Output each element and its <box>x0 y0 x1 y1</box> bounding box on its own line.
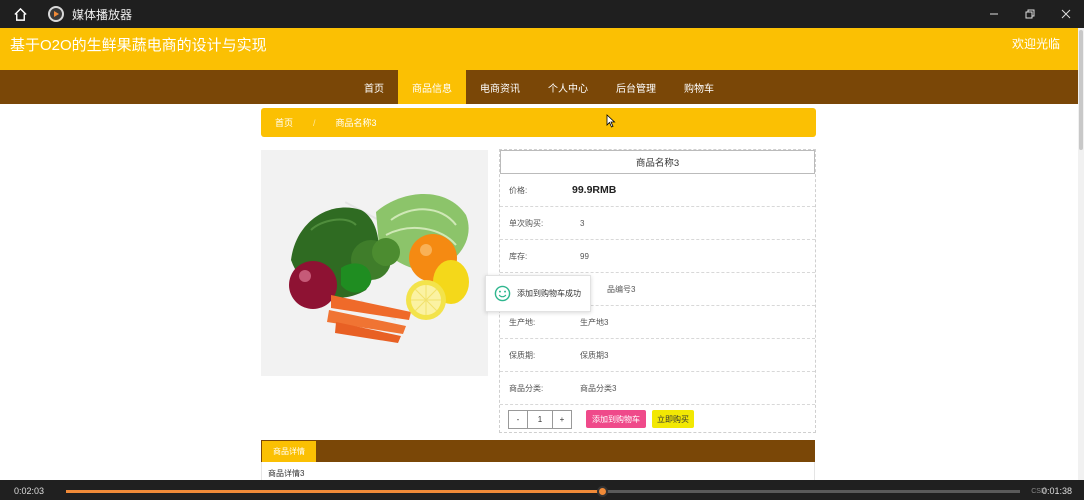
breadcrumb-separator: / <box>313 117 316 128</box>
category-row: 商品分类: 商品分类3 <box>500 372 815 405</box>
quantity-decrease-button[interactable]: - <box>509 411 527 428</box>
player-title-bar: 媒体播放器 <box>0 0 1084 28</box>
player-controls: 0:02:03 CSD 0:01:38 <box>0 480 1084 500</box>
buy-now-button[interactable]: 立即购买 <box>652 410 694 428</box>
price-row: 价格: 99.9RMB <box>500 174 815 207</box>
tab-product-details[interactable]: 商品详情 <box>262 441 316 462</box>
seek-knob[interactable] <box>596 486 608 497</box>
close-icon <box>1061 9 1071 19</box>
smile-icon <box>494 285 511 302</box>
app-title: 媒体播放器 <box>72 7 133 22</box>
category-label: 商品分类: <box>509 383 544 393</box>
toast-message: 添加到购物车成功 <box>517 289 581 298</box>
nav-item-products[interactable]: 商品信息 <box>398 70 466 104</box>
per-order-value: 3 <box>580 218 585 228</box>
stock-row: 库存: 99 <box>500 240 815 273</box>
breadcrumb: 首页 / 商品名称3 <box>261 108 816 137</box>
shelf-life-row: 保质期: 保质期3 <box>500 339 815 372</box>
per-order-row: 单次购买: 3 <box>500 207 815 240</box>
scrollbar-thumb[interactable] <box>1079 30 1083 150</box>
shelf-life-value: 保质期3 <box>580 350 609 360</box>
main-nav: 首页 商品信息 电商资讯 个人中心 后台管理 购物车 <box>0 70 1078 104</box>
nav-item-home[interactable]: 首页 <box>350 70 398 104</box>
nav-item-admin[interactable]: 后台管理 <box>602 70 670 104</box>
stock-label: 库存: <box>509 251 528 261</box>
code-value: 品编号3 <box>607 284 636 294</box>
details-tab-bar: 商品详情 <box>261 440 815 462</box>
origin-value: 生产地3 <box>580 317 609 327</box>
restore-icon <box>1025 9 1035 19</box>
restore-button[interactable] <box>1012 0 1048 28</box>
mouse-cursor-icon <box>606 114 616 128</box>
minimize-icon <box>990 13 998 15</box>
stock-value: 99 <box>580 251 589 261</box>
origin-label: 生产地: <box>509 317 536 327</box>
welcome-text: 欢迎光临 <box>1011 37 1060 51</box>
success-toast: 添加到购物车成功 <box>485 275 591 312</box>
home-icon <box>13 7 27 21</box>
home-button[interactable] <box>0 0 40 28</box>
current-time: 0:02:03 <box>14 486 45 496</box>
seek-bar-played <box>66 490 603 493</box>
per-order-label: 单次购买: <box>509 218 544 228</box>
quantity-increase-button[interactable]: + <box>553 411 571 428</box>
site-header: 基于O2O的生鲜果蔬电商的设计与实现 欢迎光临 <box>0 28 1078 70</box>
breadcrumb-home[interactable]: 首页 <box>275 116 293 129</box>
nav-item-profile[interactable]: 个人中心 <box>534 70 602 104</box>
nav-item-cart[interactable]: 购物车 <box>670 70 728 104</box>
nav-item-news[interactable]: 电商资讯 <box>466 70 534 104</box>
price-label: 价格: <box>509 185 528 195</box>
site-title: 基于O2O的生鲜果蔬电商的设计与实现 <box>10 37 267 54</box>
price-value: 99.9RMB <box>572 184 617 196</box>
total-time: 0:01:38 <box>1041 486 1072 496</box>
shelf-life-label: 保质期: <box>509 350 536 360</box>
media-player-logo-icon <box>48 6 64 22</box>
breadcrumb-current: 商品名称3 <box>335 118 377 128</box>
page-scrollbar[interactable] <box>1078 28 1084 480</box>
quantity-stepper: - 1 + <box>508 409 572 429</box>
product-name: 商品名称3 <box>500 150 815 174</box>
category-value: 商品分类3 <box>580 383 617 393</box>
add-to-cart-button[interactable]: 添加到购物车 <box>586 410 646 428</box>
quantity-input[interactable]: 1 <box>527 410 553 428</box>
purchase-actions: - 1 + 添加到购物车 立即购买 <box>500 405 815 433</box>
close-button[interactable] <box>1048 0 1084 28</box>
seek-bar[interactable] <box>66 486 1020 497</box>
details-body: 商品详情3 <box>261 462 815 480</box>
minimize-button[interactable] <box>976 0 1012 28</box>
product-image <box>261 150 488 376</box>
